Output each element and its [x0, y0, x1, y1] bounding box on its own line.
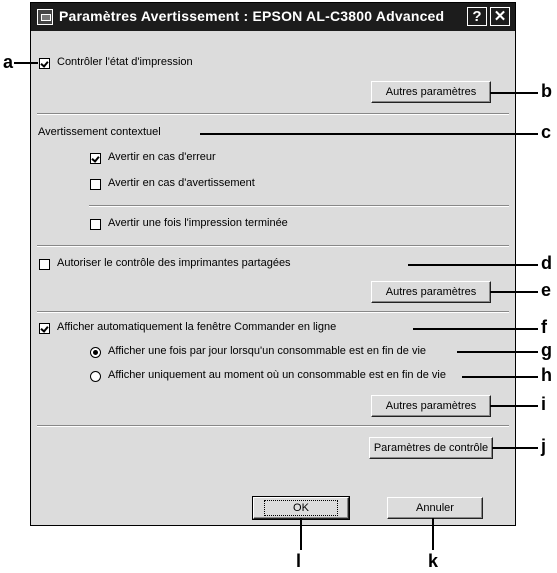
popup-warning-heading: Avertissement contextuel: [38, 126, 161, 138]
callout-letter-a: a: [3, 52, 14, 72]
warn-error-label: Avertir en cas d'erreur: [108, 151, 216, 163]
other-settings-button-1[interactable]: Autres paramètres: [371, 81, 491, 103]
separator: [89, 205, 509, 207]
monitor-status-label: Contrôler l'état d'impression: [57, 56, 193, 68]
only-when-label: Afficher uniquement au moment où un cons…: [108, 369, 446, 381]
monitoring-preferences-button[interactable]: Paramètres de contrôle: [369, 437, 493, 459]
order-online-checkbox[interactable]: [39, 323, 50, 334]
callout-letter-k: k: [428, 551, 439, 571]
callout-line-a: [14, 62, 38, 64]
callout-letter-j: j: [541, 436, 547, 456]
callout-line-d: [408, 264, 538, 266]
shared-printers-checkbox[interactable]: [39, 259, 50, 270]
warn-error-checkbox[interactable]: [90, 153, 101, 164]
title-bar[interactable]: Paramètres Avertissement : EPSON AL-C380…: [31, 3, 515, 31]
close-button[interactable]: ✕: [490, 7, 510, 26]
callout-letter-d: d: [541, 253, 552, 273]
warn-warning-label: Avertir en cas d'avertissement: [108, 177, 255, 189]
warn-done-checkbox[interactable]: [90, 219, 101, 230]
callout-line-f: [413, 328, 538, 330]
help-button[interactable]: ?: [467, 7, 487, 26]
shared-printers-label: Autoriser le contrôle des imprimantes pa…: [57, 257, 291, 269]
checkmark-icon: [40, 324, 49, 333]
separator: [37, 425, 509, 427]
callout-letter-i: i: [541, 394, 547, 414]
callout-line-c: [200, 133, 538, 135]
monitor-status-checkbox[interactable]: [39, 58, 50, 69]
window-title: Paramètres Avertissement : EPSON AL-C380…: [59, 8, 445, 24]
callout-line-h: [462, 376, 538, 378]
checkmark-icon: [40, 59, 49, 68]
once-per-day-label: Afficher une fois par jour lorsqu'un con…: [108, 345, 427, 357]
callout-line-k: [432, 518, 434, 550]
separator: [37, 311, 509, 313]
warn-done-label: Avertir une fois l'impression terminée: [108, 217, 288, 229]
radio-dot-icon: [93, 350, 98, 355]
callout-line-e: [490, 291, 538, 293]
checkmark-icon: [91, 154, 100, 163]
once-per-day-radio[interactable]: [90, 347, 101, 358]
callout-line-i: [490, 405, 538, 407]
other-settings-button-2[interactable]: Autres paramètres: [371, 281, 491, 303]
callout-line-g: [457, 351, 538, 353]
callout-line-l: [300, 518, 302, 550]
callout-line-b: [490, 92, 538, 94]
callout-letter-h: h: [541, 365, 552, 385]
cancel-button[interactable]: Annuler: [387, 497, 483, 519]
callout-letter-f: f: [541, 317, 547, 337]
callout-letter-c: c: [541, 122, 552, 142]
separator: [37, 113, 509, 115]
other-settings-button-3[interactable]: Autres paramètres: [371, 395, 491, 417]
separator: [37, 245, 509, 247]
callout-line-j: [492, 447, 538, 449]
printer-icon: [37, 9, 53, 25]
callout-letter-g: g: [541, 340, 552, 360]
callout-letter-b: b: [541, 81, 552, 101]
warn-warning-checkbox[interactable]: [90, 179, 101, 190]
order-online-label: Afficher automatiquement la fenêtre Comm…: [57, 321, 337, 333]
callout-letter-e: e: [541, 280, 552, 300]
ok-label: OK: [264, 500, 338, 516]
callout-letter-l: l: [296, 551, 302, 571]
ok-button[interactable]: OK: [252, 496, 350, 520]
only-when-radio[interactable]: [90, 371, 101, 382]
